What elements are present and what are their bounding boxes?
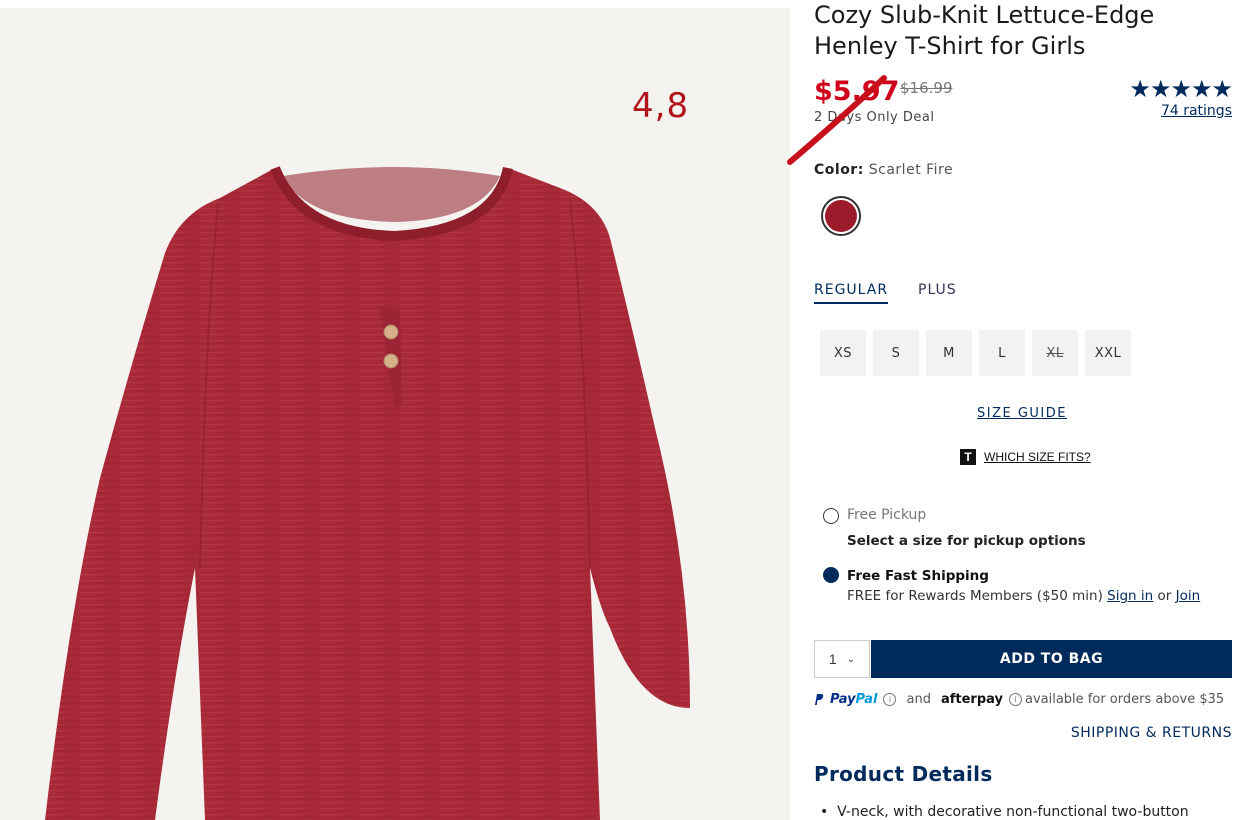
add-to-bag-button[interactable]: ADD TO BAG [871, 640, 1232, 678]
chevron-down-icon: ⌄ [846, 653, 856, 665]
color-swatch-scarlet-fire[interactable] [821, 196, 861, 236]
size-selector: XS S M L XL XXL [820, 330, 1131, 376]
size-guide-link[interactable]: SIZE GUIDE [977, 406, 1067, 421]
payment-note: available for orders above $35 [1024, 692, 1225, 707]
pickup-subtext: Select a size for pickup options [847, 533, 1086, 549]
info-icon[interactable]: i [1008, 693, 1022, 706]
image-annotation: 4,8 [632, 86, 690, 126]
detail-bullet: • V-neck, with decorative non-functional… [820, 804, 1189, 820]
tshirt-illustration [45, 166, 690, 820]
paypal-icon [815, 694, 824, 705]
tab-regular[interactable]: REGULAR [814, 282, 889, 304]
join-link[interactable]: Join [1176, 588, 1201, 604]
product-details-heading: Product Details [814, 762, 993, 786]
original-price: $16.99 [900, 79, 953, 97]
red-slash-mark [787, 75, 887, 165]
info-icon[interactable]: i [883, 693, 897, 706]
ratings-link[interactable]: 74 ratings [1161, 103, 1232, 119]
paypal-logo: PayPal [830, 692, 878, 707]
shipping-label: Free Fast Shipping [847, 568, 989, 584]
product-image[interactable] [0, 8, 790, 820]
color-label: Color: Scarlet Fire [814, 162, 954, 178]
afterpay-logo: afterpay [940, 692, 1003, 707]
size-xl[interactable]: XL [1032, 330, 1078, 376]
rating-stars[interactable]: ★★★★★ [1129, 75, 1233, 104]
size-xs[interactable]: XS [820, 330, 866, 376]
color-name: Scarlet Fire [868, 162, 954, 178]
size-l[interactable]: L [979, 330, 1025, 376]
which-size-fits-link[interactable]: T WHICH SIZE FITS? [960, 449, 1091, 465]
shipping-returns-link[interactable]: SHIPPING & RETURNS [1071, 725, 1232, 741]
shipping-subtext: FREE for Rewards Members ($50 min) Sign … [847, 588, 1201, 604]
and-text: and [906, 692, 931, 707]
quantity-select[interactable]: 1 ⌄ [814, 640, 870, 678]
size-m[interactable]: M [926, 330, 972, 376]
tab-plus[interactable]: PLUS [918, 282, 957, 298]
size-s[interactable]: S [873, 330, 919, 376]
sign-in-link[interactable]: Sign in [1107, 588, 1153, 604]
pickup-label: Free Pickup [847, 507, 927, 523]
payment-options: PayPal i and afterpay i available for or… [814, 692, 1224, 707]
which-size-fits-label: WHICH SIZE FITS? [984, 450, 1091, 464]
product-title: Cozy Slub-Knit Lettuce-Edge Henley T-Shi… [814, 1, 1155, 60]
size-xxl[interactable]: XXL [1085, 330, 1131, 376]
truefit-logo-icon: T [960, 449, 976, 465]
pickup-radio[interactable] [823, 508, 839, 524]
shipping-radio[interactable] [823, 567, 839, 583]
